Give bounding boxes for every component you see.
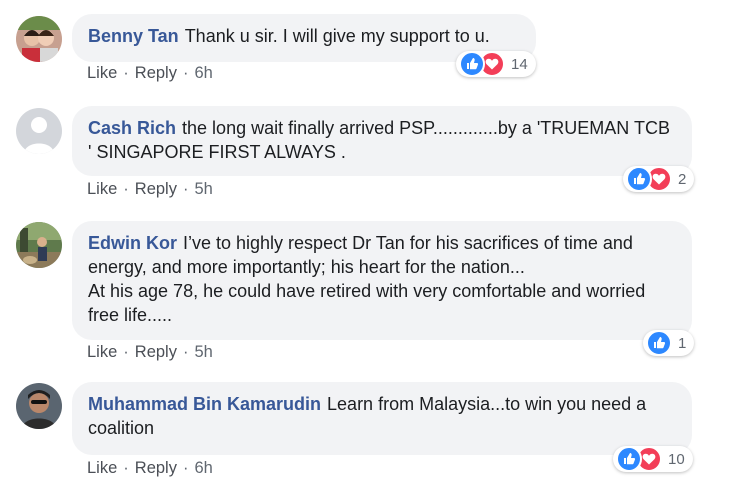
separator: · xyxy=(182,459,189,477)
reaction-count: 2 xyxy=(678,170,687,188)
avatar[interactable] xyxy=(16,383,62,429)
timestamp[interactable]: 5h xyxy=(194,343,212,361)
comment-text-line2: At his age 78, he could have retired wit… xyxy=(88,281,646,325)
reaction-summary[interactable]: 1 xyxy=(643,330,695,356)
comment-actions: Like · Reply · 5h xyxy=(87,180,213,199)
reply-button[interactable]: Reply xyxy=(135,343,177,361)
timestamp[interactable]: 6h xyxy=(194,64,212,82)
avatar[interactable] xyxy=(16,222,62,268)
like-icon xyxy=(626,166,652,192)
separator: · xyxy=(182,343,189,361)
reaction-count: 1 xyxy=(678,334,687,352)
reply-button[interactable]: Reply xyxy=(135,180,177,198)
comment: Benny Tan Thank u sir. I will give my sup… xyxy=(0,0,744,100)
comment-bubble: Muhammad Bin Kamarudin Learn from Malaysi… xyxy=(72,382,692,455)
reaction-count: 10 xyxy=(668,450,685,468)
separator: · xyxy=(123,64,129,82)
timestamp[interactable]: 6h xyxy=(194,459,212,477)
like-icon xyxy=(646,330,672,356)
comment-actions: Like · Reply · 5h xyxy=(87,343,213,362)
separator: · xyxy=(182,64,189,82)
like-button[interactable]: Like xyxy=(87,459,117,477)
comment: Edwin Kor I’ve to highly respect Dr Tan f… xyxy=(0,210,744,375)
separator: · xyxy=(123,459,129,477)
author-name[interactable]: Benny Tan xyxy=(88,26,179,46)
like-button[interactable]: Like xyxy=(87,64,117,82)
comment-text: Thank u sir. I will give my support to u… xyxy=(184,26,490,46)
separator: · xyxy=(182,180,189,198)
reaction-summary[interactable]: 10 xyxy=(613,446,693,472)
reply-button[interactable]: Reply xyxy=(135,459,177,477)
author-name[interactable]: Cash Rich xyxy=(88,118,176,138)
timestamp[interactable]: 5h xyxy=(194,180,212,198)
like-icon xyxy=(459,51,485,77)
reaction-summary[interactable]: 2 xyxy=(623,166,695,192)
avatar[interactable] xyxy=(16,16,62,62)
reaction-count: 14 xyxy=(511,55,528,73)
comment-actions: Like · Reply · 6h xyxy=(87,64,213,83)
comment-actions: Like · Reply · 6h xyxy=(87,459,213,478)
author-name[interactable]: Muhammad Bin Kamarudin xyxy=(88,394,321,414)
comment: Cash Rich the long wait finally arrived P… xyxy=(0,100,744,210)
like-button[interactable]: Like xyxy=(87,343,117,361)
separator: · xyxy=(123,180,129,198)
like-icon xyxy=(616,446,642,472)
comment-bubble: Edwin Kor I’ve to highly respect Dr Tan f… xyxy=(72,221,692,340)
reaction-summary[interactable]: 14 xyxy=(456,51,536,77)
like-button[interactable]: Like xyxy=(87,180,117,198)
avatar[interactable] xyxy=(16,108,62,154)
comment: Muhammad Bin Kamarudin Learn from Malaysi… xyxy=(0,375,744,492)
comment-bubble: Cash Rich the long wait finally arrived P… xyxy=(72,106,692,176)
reply-button[interactable]: Reply xyxy=(135,64,177,82)
separator: · xyxy=(123,343,129,361)
author-name[interactable]: Edwin Kor xyxy=(88,233,177,253)
